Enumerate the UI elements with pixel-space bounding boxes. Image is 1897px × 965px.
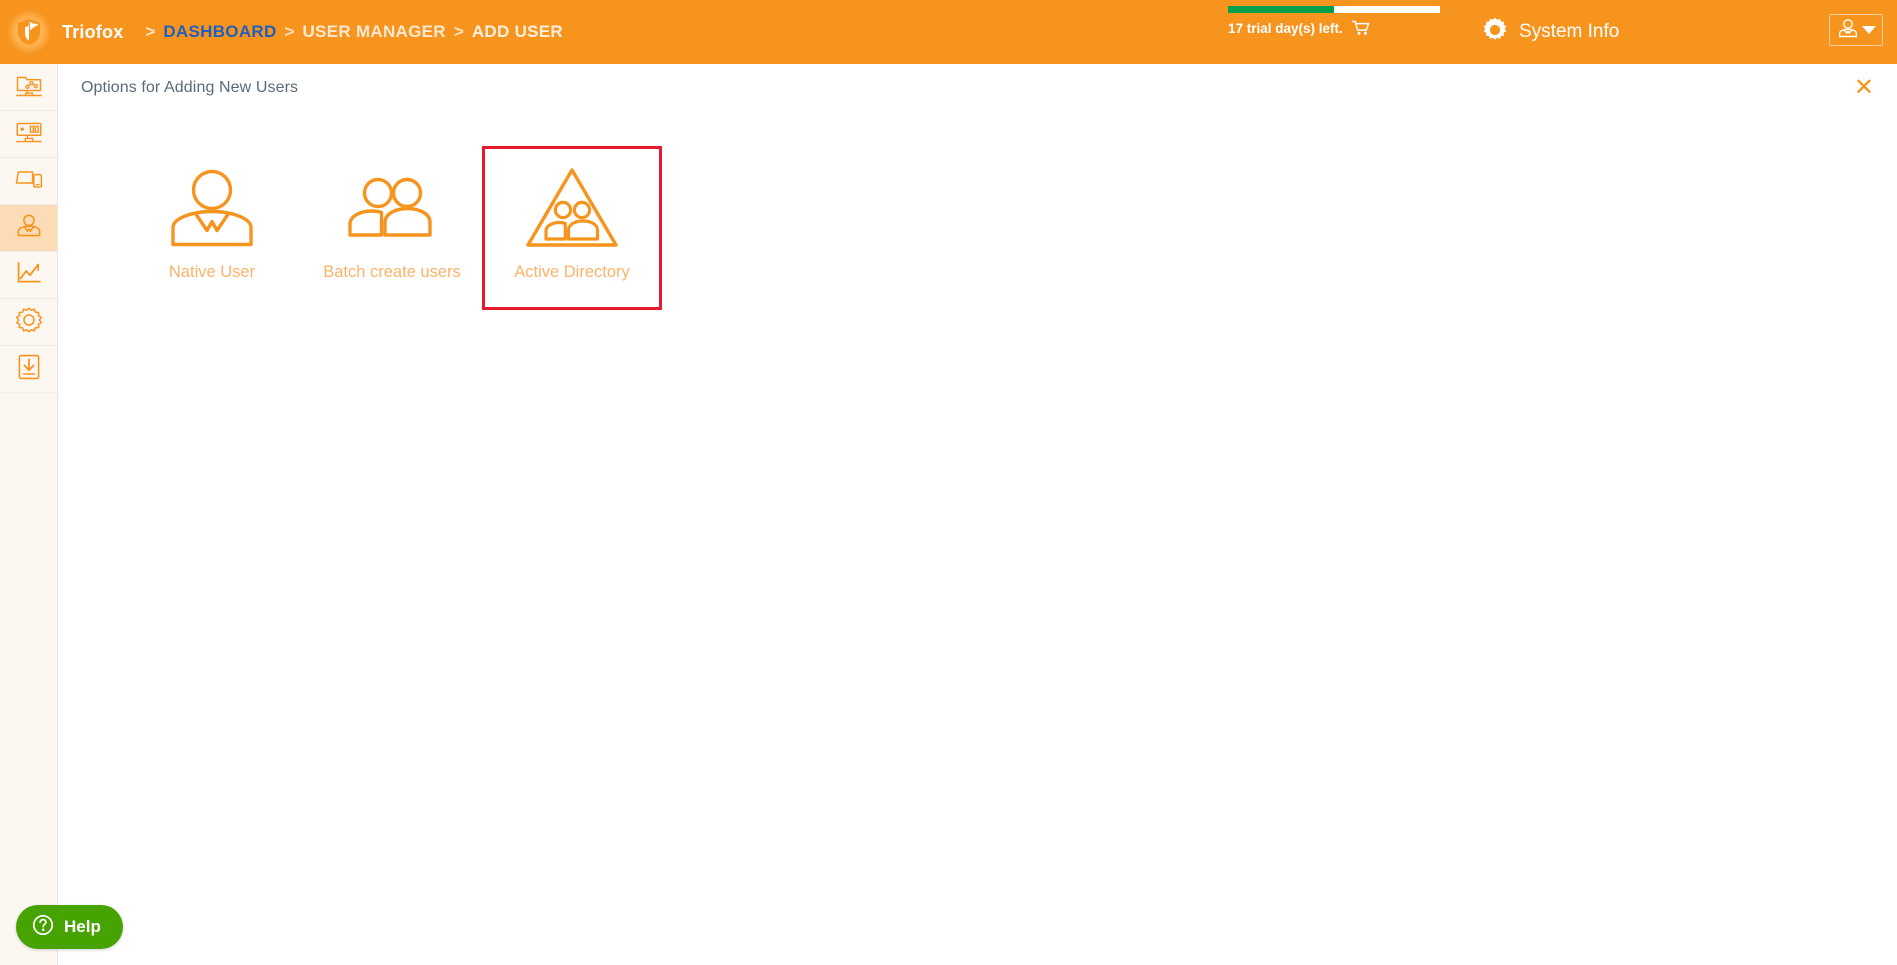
left-sidebar (0, 64, 58, 965)
add-user-options: Native User Batch create users Active Di… (58, 112, 1897, 310)
option-card-batch-create-users[interactable]: Batch create users (302, 146, 482, 310)
main-content: Options for Adding New Users ✕ Native Us… (58, 64, 1897, 965)
option-label-active-directory: Active Directory (514, 263, 630, 281)
shield-logo-icon (7, 10, 51, 54)
system-info-label: System Info (1519, 21, 1620, 42)
help-label: Help (64, 917, 101, 936)
breadcrumb-item-add-user: ADD USER (471, 22, 563, 41)
devices-icon (15, 165, 43, 198)
question-mark-circle-icon (32, 914, 54, 941)
option-card-native-user[interactable]: Native User (122, 146, 302, 310)
logo-container[interactable] (0, 0, 58, 64)
sidebar-item-devices[interactable] (0, 158, 57, 205)
sidebar-item-settings[interactable] (0, 299, 57, 346)
brand-name[interactable]: Triofox (62, 22, 123, 43)
sidebar-item-reports[interactable] (0, 252, 57, 299)
breadcrumb: > DASHBOARD > USER MANAGER > ADD USER (137, 22, 563, 42)
system-info-button[interactable]: System Info (1482, 0, 1619, 64)
sidebar-item-shared-folders[interactable] (0, 64, 57, 111)
option-label-batch-create-users: Batch create users (323, 263, 461, 281)
panel-header: Options for Adding New Users ✕ (58, 64, 1897, 112)
user-menu-button[interactable] (1829, 14, 1883, 46)
single-user-icon (164, 157, 260, 261)
option-card-active-directory[interactable]: Active Directory (482, 146, 662, 310)
breadcrumb-separator-1: > (284, 22, 295, 41)
trial-status: 17 trial day(s) left. (1228, 6, 1448, 36)
trial-progress-fill (1228, 6, 1334, 13)
gear-icon (1482, 17, 1508, 48)
breadcrumb-item-user-manager[interactable]: USER MANAGER (302, 22, 445, 42)
help-button[interactable]: Help (16, 905, 123, 949)
sidebar-item-server[interactable] (0, 111, 57, 158)
trial-progress-bar (1228, 6, 1440, 13)
chevron-down-icon (1861, 26, 1876, 34)
active-directory-triangle-icon (522, 157, 622, 261)
server-monitor-icon (15, 118, 43, 151)
sidebar-item-users[interactable] (0, 205, 57, 252)
app-header: Triofox > DASHBOARD > USER MANAGER > ADD… (0, 0, 1897, 64)
user-manager-icon (15, 212, 43, 245)
sidebar-item-downloads[interactable] (0, 346, 57, 393)
shopping-cart-icon[interactable] (1351, 20, 1370, 36)
reports-chart-icon (15, 259, 43, 292)
settings-gear-icon (15, 306, 43, 339)
breadcrumb-item-dashboard[interactable]: DASHBOARD (163, 22, 276, 42)
page-title: Options for Adding New Users (81, 79, 299, 96)
shared-folder-network-icon (15, 71, 43, 104)
two-users-icon (341, 157, 443, 261)
download-icon (15, 353, 43, 386)
user-avatar-icon (1837, 17, 1859, 44)
breadcrumb-separator-0: > (145, 22, 156, 41)
close-icon[interactable]: ✕ (1854, 76, 1874, 100)
option-label-native-user: Native User (168, 263, 256, 281)
breadcrumb-separator-2: > (453, 22, 464, 41)
trial-days-label: 17 trial day(s) left. (1228, 20, 1343, 36)
